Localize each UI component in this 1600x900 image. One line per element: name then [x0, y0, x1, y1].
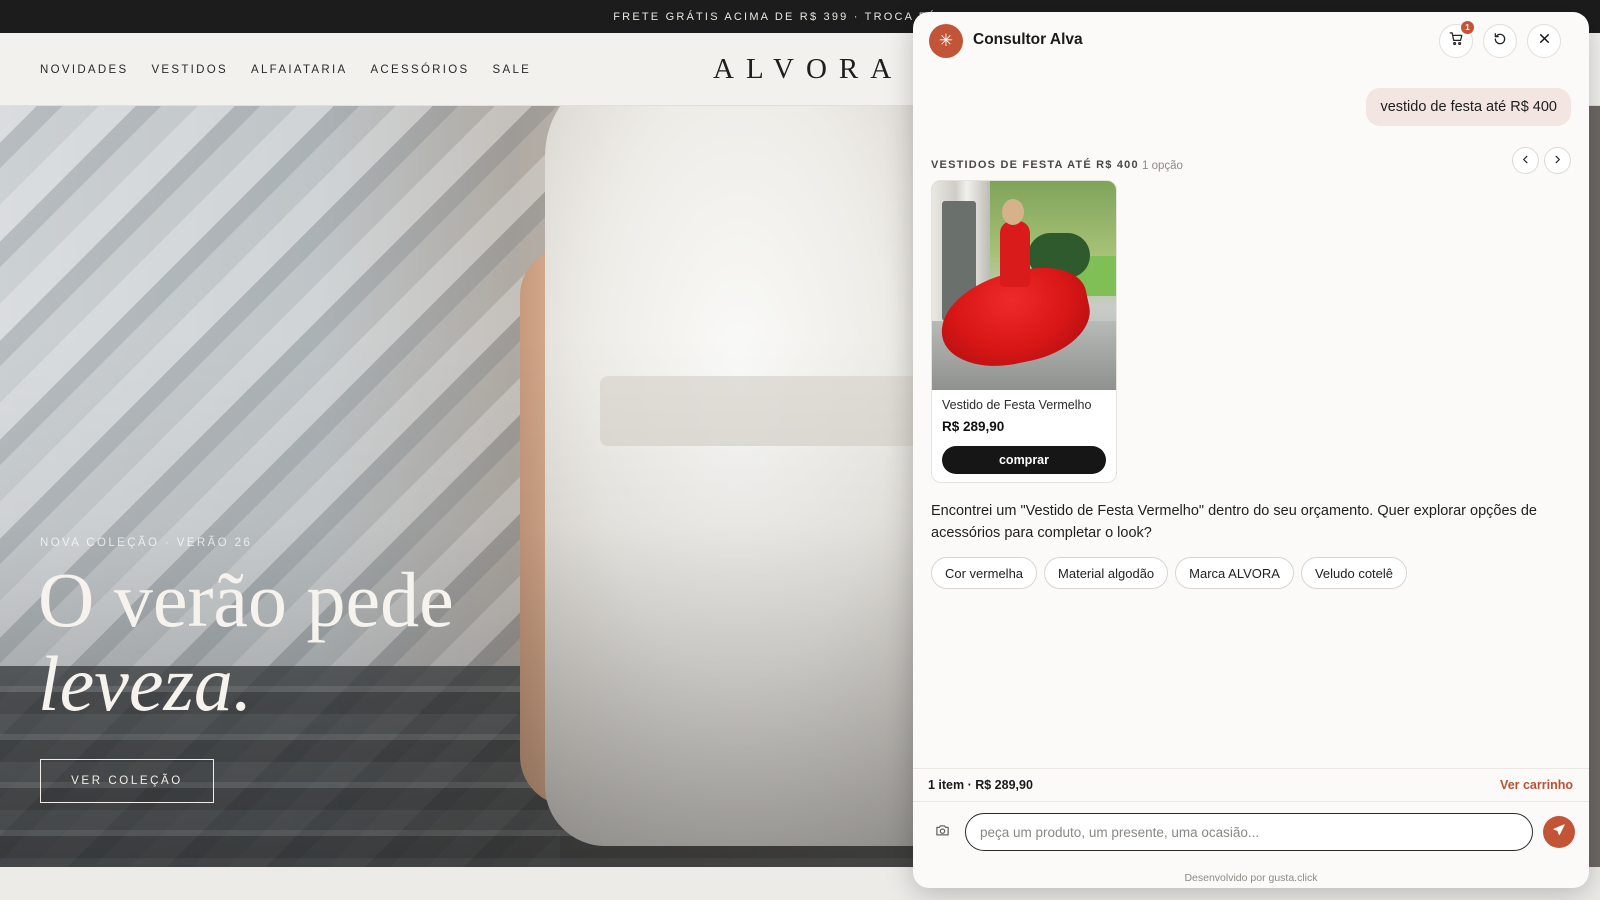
cart-button[interactable]: 1	[1439, 21, 1474, 58]
brand-logo[interactable]: ALVORA	[713, 53, 903, 86]
nav-item-acessorios[interactable]: ACESSÓRIOS	[370, 64, 469, 76]
buy-button[interactable]: comprar	[942, 446, 1106, 474]
nav-item-novidades[interactable]: NOVIDADES	[40, 64, 128, 76]
close-icon	[1538, 32, 1551, 50]
send-button[interactable]	[1543, 816, 1575, 848]
view-cart-link[interactable]: Ver carrinho	[1500, 778, 1573, 792]
carousel-next-button[interactable]	[1544, 147, 1571, 174]
hero-eyebrow: NOVA COLEÇÃO · VERÃO 26	[40, 537, 253, 549]
reset-chat-button[interactable]	[1483, 24, 1517, 58]
powered-by-note: Desenvolvido por gusta.click	[1184, 872, 1318, 884]
close-chat-button[interactable]	[1527, 24, 1561, 58]
results-section-title: VESTIDOS DE FESTA ATÉ R$ 400	[931, 159, 1139, 171]
view-collection-button[interactable]: VER COLEÇÃO	[40, 759, 214, 803]
cart-summary-bar: 1 item · R$ 289,90 Ver carrinho	[913, 768, 1589, 802]
carousel-prev-button[interactable]	[1512, 147, 1539, 174]
suggestion-chip-cor-vermelha[interactable]: Cor vermelha	[931, 557, 1038, 589]
sparkle-icon: ✳	[929, 24, 963, 58]
chat-panel: ✳ Consultor Alva 1 vestido de festa até …	[913, 12, 1589, 888]
cart-icon	[1449, 31, 1464, 51]
chat-input[interactable]	[965, 813, 1533, 851]
suggestion-chip-marca-alvora[interactable]: Marca ALVORA	[1175, 557, 1294, 589]
nav-item-alfaiataria[interactable]: ALFAIATARIA	[251, 64, 347, 76]
cart-summary: 1 item · R$ 289,90	[928, 778, 1033, 792]
cart-count-badge: 1	[1461, 21, 1474, 34]
suggestion-chip-material-algodao[interactable]: Material algodão	[1044, 557, 1169, 589]
chevron-left-icon	[1520, 152, 1531, 170]
suggestion-chip-veludo-cotele[interactable]: Veludo cotelê	[1300, 557, 1408, 589]
product-image[interactable]	[932, 181, 1116, 390]
suggestion-chips: Cor vermelha Material algodão Marca ALVO…	[931, 557, 1408, 589]
hero-headline: O verão pede	[38, 556, 454, 643]
hero-headline-italic: leveza.	[38, 640, 253, 727]
user-message-bubble: vestido de festa até R$ 400	[1366, 88, 1571, 126]
assistant-message: Encontrei um "Vestido de Festa Vermelho"…	[931, 503, 1537, 541]
camera-icon	[935, 823, 950, 843]
refresh-icon	[1493, 32, 1507, 51]
product-price: R$ 289,90	[942, 419, 1005, 434]
chat-title: Consultor Alva	[973, 31, 1083, 48]
product-card: Vestido de Festa Vermelho R$ 289,90 comp…	[931, 180, 1117, 483]
send-icon	[1552, 823, 1566, 842]
product-name[interactable]: Vestido de Festa Vermelho	[942, 398, 1091, 412]
nav-item-vestidos[interactable]: VESTIDOS	[151, 64, 228, 76]
camera-button[interactable]	[929, 820, 955, 846]
page-edge-background	[1588, 106, 1600, 867]
nav-item-sale[interactable]: SALE	[493, 64, 532, 76]
chat-header: ✳ Consultor Alva 1	[913, 12, 1589, 68]
results-count: 1 opção	[1142, 160, 1183, 172]
main-nav: NOVIDADES VESTIDOS ALFAIATARIA ACESSÓRIO…	[40, 33, 531, 106]
chevron-right-icon	[1552, 152, 1563, 170]
